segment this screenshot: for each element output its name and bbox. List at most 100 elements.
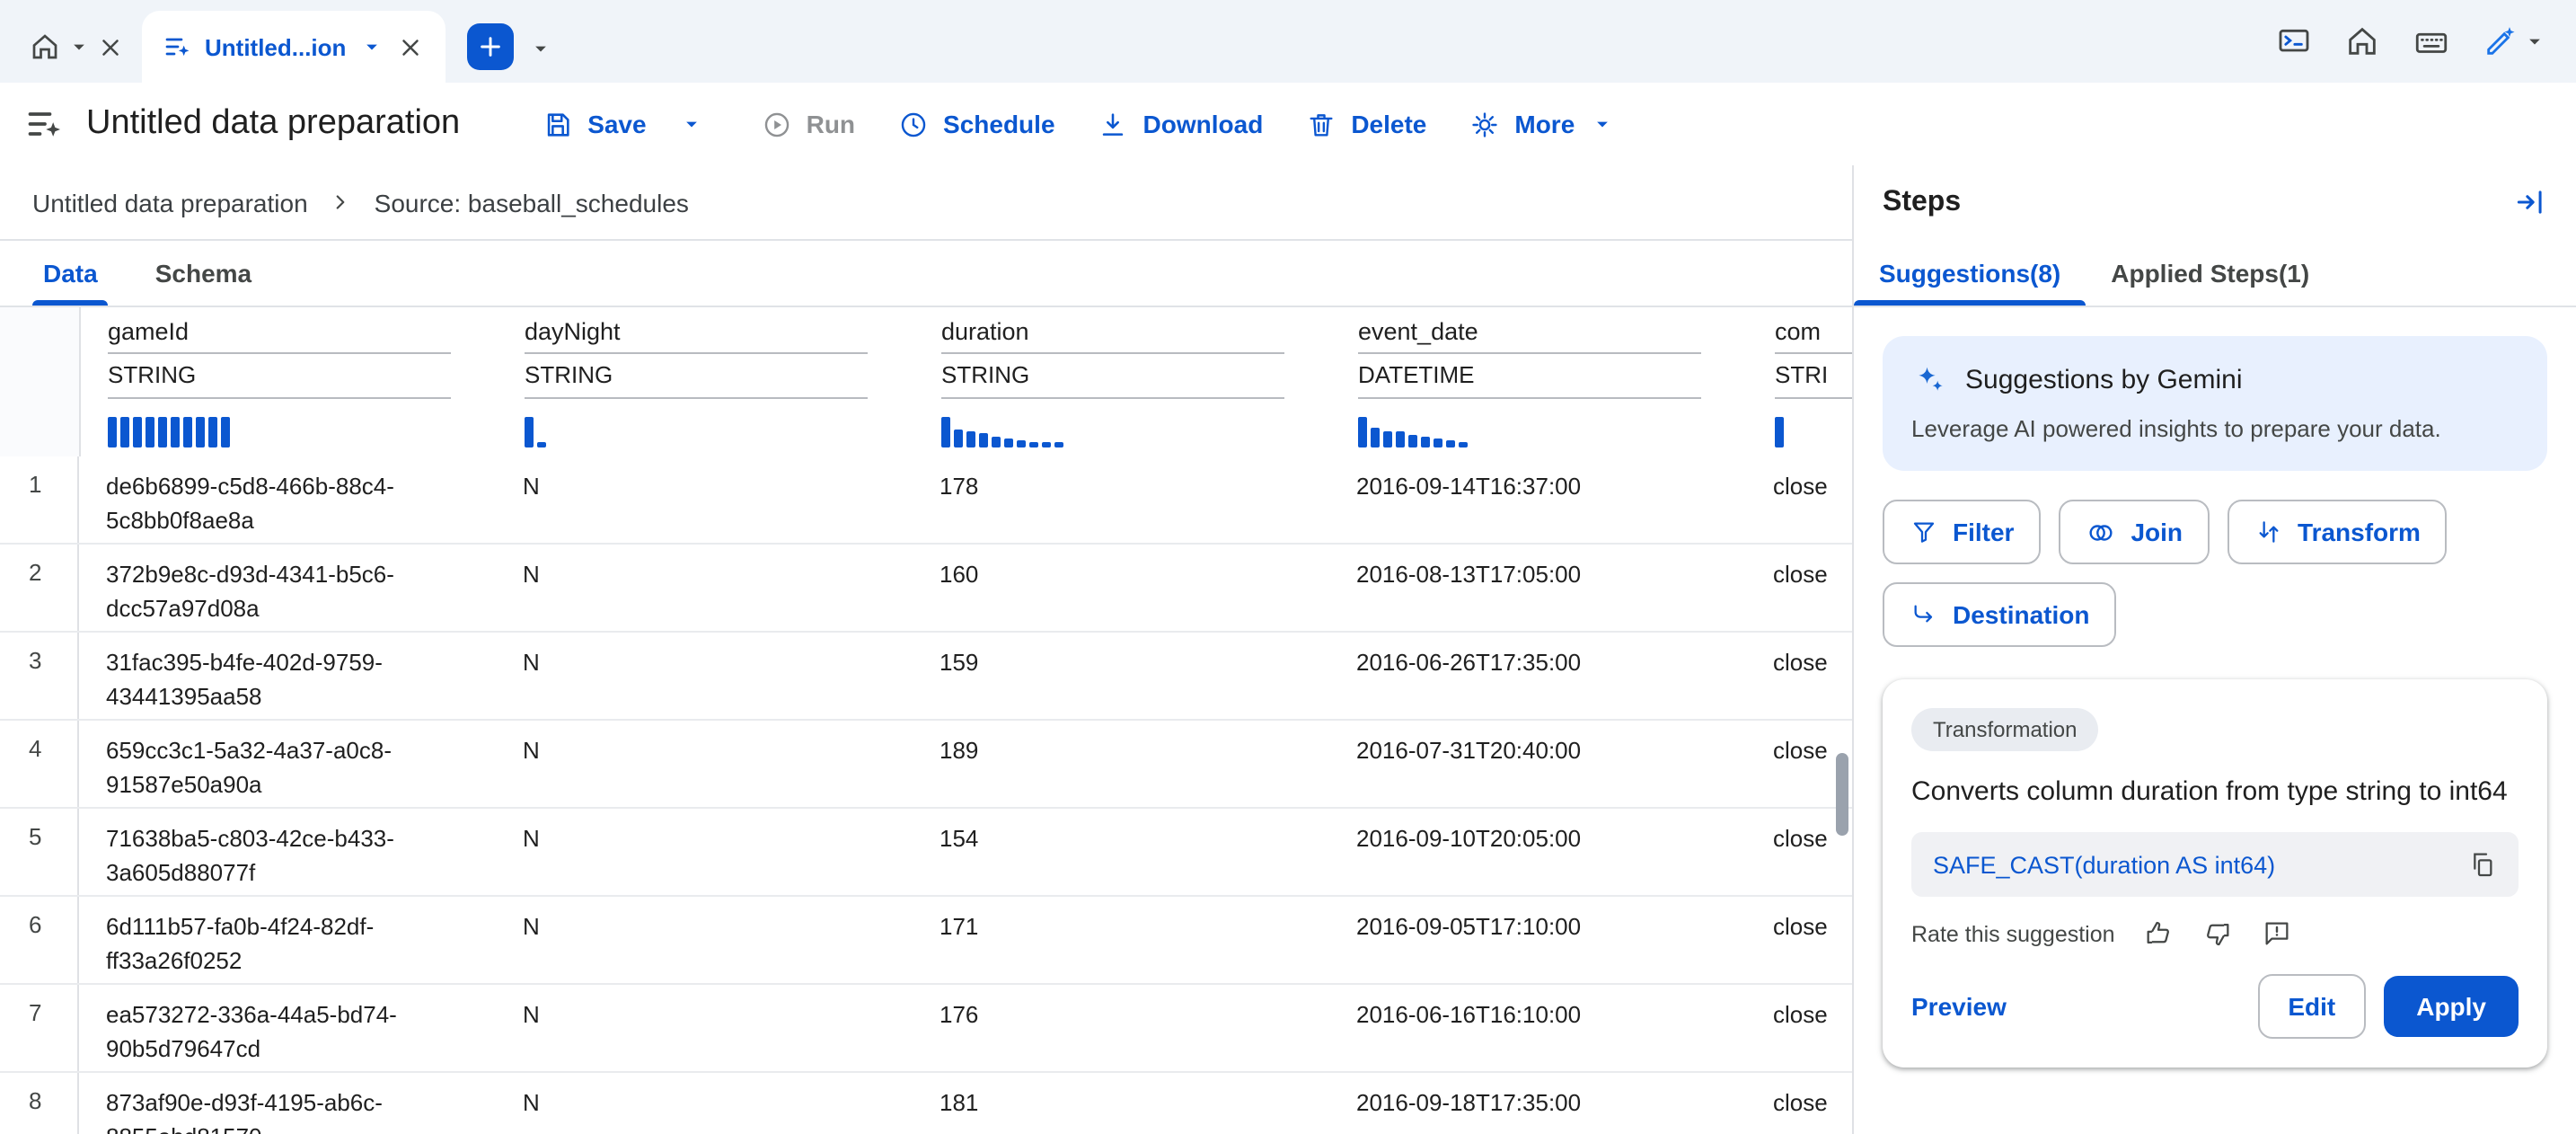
- column-histogram[interactable]: [941, 417, 1284, 447]
- table-cell[interactable]: 31fac395-b4fe-402d-9759-43441395aa58: [79, 633, 496, 719]
- table-cell[interactable]: 171: [913, 897, 1329, 983]
- table-cell[interactable]: 2016-07-31T20:40:00: [1329, 721, 1746, 807]
- table-cell[interactable]: 2016-09-10T20:05:00: [1329, 809, 1746, 895]
- table-cell[interactable]: N: [496, 985, 913, 1071]
- breadcrumb-source[interactable]: Source: baseball_schedules: [375, 188, 689, 217]
- table-cell[interactable]: close: [1746, 456, 1852, 543]
- table-cell[interactable]: 159: [913, 633, 1329, 719]
- table-cell[interactable]: 372b9e8c-d93d-4341-b5c6-dcc57a97d08a: [79, 545, 496, 631]
- active-editor-tab[interactable]: Untitled...ion: [142, 11, 445, 83]
- table-row: 1de6b6899-c5d8-466b-88c4-5c8bb0f8ae8aN17…: [0, 456, 1852, 545]
- table-cell[interactable]: 160: [913, 545, 1329, 631]
- table-cell[interactable]: 2016-08-13T17:05:00: [1329, 545, 1746, 631]
- tab-suggestions[interactable]: Suggestions(8): [1854, 239, 2086, 306]
- table-cell[interactable]: 189: [913, 721, 1329, 807]
- column-header-event_date[interactable]: event_dateDATETIME: [1331, 307, 1748, 456]
- column-histogram[interactable]: [1775, 417, 1852, 447]
- save-button[interactable]: Save: [521, 96, 667, 152]
- save-dropdown-caret-icon[interactable]: [668, 99, 715, 149]
- table-cell[interactable]: N: [496, 545, 913, 631]
- table-cell[interactable]: close: [1746, 545, 1852, 631]
- destination-button[interactable]: Destination: [1883, 582, 2116, 647]
- table-cell[interactable]: N: [496, 721, 913, 807]
- table-cell[interactable]: ea573272-336a-44a5-bd74-90b5d79647cd: [79, 985, 496, 1071]
- join-button[interactable]: Join: [2059, 500, 2210, 564]
- table-cell[interactable]: 2016-06-16T16:10:00: [1329, 985, 1746, 1071]
- table-cell[interactable]: N: [496, 456, 913, 543]
- filter-button[interactable]: Filter: [1883, 500, 2041, 564]
- feedback-icon[interactable]: [2263, 918, 2293, 949]
- tab-data[interactable]: Data: [14, 241, 127, 306]
- table-cell[interactable]: N: [496, 1073, 913, 1134]
- table-cell[interactable]: N: [496, 809, 913, 895]
- edit-button[interactable]: Edit: [2257, 974, 2366, 1039]
- table-cell[interactable]: 2016-09-18T17:35:00: [1329, 1073, 1746, 1134]
- destination-icon: [1910, 600, 1938, 629]
- suggestion-code[interactable]: SAFE_CAST(duration AS int64): [1933, 851, 2275, 878]
- caret-down-icon[interactable]: [358, 34, 384, 59]
- table-cell[interactable]: 181: [913, 1073, 1329, 1134]
- histogram-bar: [158, 417, 167, 447]
- new-tab-button[interactable]: [466, 23, 513, 70]
- column-header-com[interactable]: comSTRI: [1748, 307, 1852, 456]
- keyboard-icon[interactable]: [2413, 22, 2450, 60]
- table-cell[interactable]: 178: [913, 456, 1329, 543]
- home-tab[interactable]: [11, 11, 142, 83]
- preview-link[interactable]: Preview: [1911, 992, 2007, 1021]
- column-type: STRI: [1775, 354, 1852, 399]
- column-header-duration[interactable]: durationSTRING: [914, 307, 1331, 456]
- table-cell[interactable]: close: [1746, 1073, 1852, 1134]
- more-button[interactable]: More: [1448, 96, 1636, 152]
- table-cell[interactable]: close: [1746, 633, 1852, 719]
- collapse-right-icon[interactable]: [2513, 185, 2547, 219]
- tab-list-caret-icon[interactable]: [527, 36, 552, 61]
- table-cell[interactable]: 659cc3c1-5a32-4a37-a0c8-91587e50a90a: [79, 721, 496, 807]
- column-header-dayNight[interactable]: dayNightSTRING: [498, 307, 914, 456]
- download-button[interactable]: Download: [1077, 96, 1285, 152]
- table-cell[interactable]: 873af90e-d93f-4195-ab6c-8855abd81570: [79, 1073, 496, 1134]
- tab-applied-steps[interactable]: Applied Steps(1): [2086, 239, 2334, 306]
- delete-button[interactable]: Delete: [1284, 96, 1448, 152]
- terminal-icon[interactable]: [2276, 23, 2312, 59]
- column-histogram[interactable]: [525, 417, 868, 447]
- column-histogram[interactable]: [108, 417, 451, 447]
- histogram-bar: [979, 433, 988, 447]
- apply-button[interactable]: Apply: [2384, 976, 2519, 1037]
- histogram-bar: [1421, 437, 1430, 447]
- table-cell[interactable]: N: [496, 633, 913, 719]
- caret-down-icon[interactable]: [66, 34, 92, 59]
- transform-button[interactable]: Transform: [2228, 500, 2448, 564]
- vertical-scrollbar[interactable]: [1836, 753, 1848, 836]
- column-header-gameId[interactable]: gameIdSTRING: [81, 307, 498, 456]
- table-cell[interactable]: close: [1746, 897, 1852, 983]
- close-icon[interactable]: [396, 33, 423, 60]
- thumb-up-icon[interactable]: [2144, 918, 2175, 949]
- table-cell[interactable]: close: [1746, 985, 1852, 1071]
- transformation-suggestion-card: Transformation Converts column duration …: [1883, 679, 2547, 1068]
- column-histogram[interactable]: [1358, 417, 1701, 447]
- rate-suggestion-row: Rate this suggestion: [1911, 918, 2519, 949]
- table-cell[interactable]: 2016-09-05T17:10:00: [1329, 897, 1746, 983]
- row-number: 7: [0, 985, 79, 1071]
- breadcrumb-root[interactable]: Untitled data preparation: [32, 188, 308, 217]
- tab-schema[interactable]: Schema: [127, 241, 280, 306]
- table-cell[interactable]: 71638ba5-c803-42ce-b433-3a605d88077f: [79, 809, 496, 895]
- table-cell[interactable]: 154: [913, 809, 1329, 895]
- histogram-bar: [133, 417, 142, 447]
- table-cell[interactable]: 176: [913, 985, 1329, 1071]
- thumb-down-icon[interactable]: [2203, 918, 2234, 949]
- home-icon[interactable]: [2344, 23, 2380, 59]
- close-icon[interactable]: [97, 33, 124, 60]
- schedule-button[interactable]: Schedule: [877, 96, 1077, 152]
- play-circle-icon: [762, 109, 792, 139]
- run-button[interactable]: Run: [740, 96, 877, 152]
- table-cell[interactable]: N: [496, 897, 913, 983]
- caret-down-icon[interactable]: [2522, 29, 2547, 54]
- table-cell[interactable]: 2016-06-26T17:35:00: [1329, 633, 1746, 719]
- magic-wand-icon[interactable]: [2483, 23, 2519, 59]
- table-cell[interactable]: de6b6899-c5d8-466b-88c4-5c8bb0f8ae8a: [79, 456, 496, 543]
- table-cell[interactable]: 2016-09-14T16:37:00: [1329, 456, 1746, 543]
- histogram-bar: [966, 431, 975, 447]
- copy-icon[interactable]: [2468, 850, 2497, 879]
- table-cell[interactable]: 6d111b57-fa0b-4f24-82df-ff33a26f0252: [79, 897, 496, 983]
